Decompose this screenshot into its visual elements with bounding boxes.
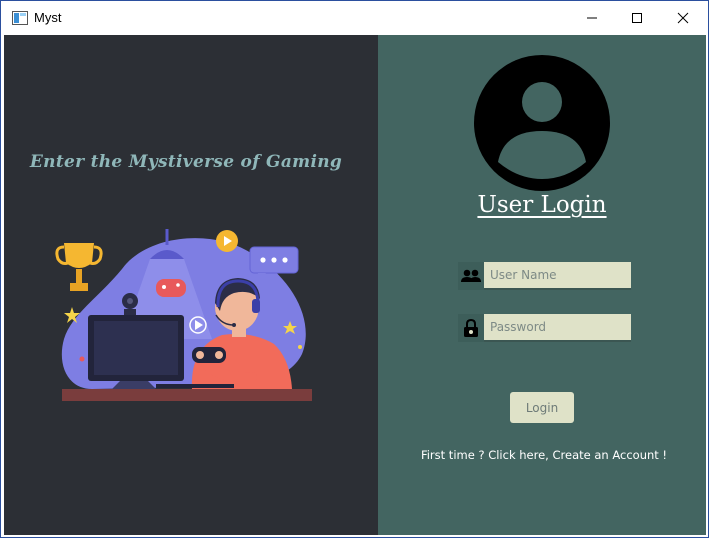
minimize-button[interactable] <box>569 1 615 35</box>
close-icon <box>677 12 689 24</box>
login-heading: User Login <box>477 192 607 218</box>
maximize-icon <box>632 13 642 23</box>
lock-icon <box>464 318 478 337</box>
login-panel: User Login User Name Login First time ? … <box>378 35 706 535</box>
maximize-button[interactable] <box>614 1 660 35</box>
main-content: Enter the Mystiverse of Gaming User Logi… <box>4 35 706 535</box>
close-button[interactable] <box>660 1 706 35</box>
gamer-illustration <box>55 229 312 401</box>
app-window-icon <box>12 11 28 25</box>
user-avatar-icon <box>474 55 610 191</box>
username-input[interactable] <box>484 262 631 290</box>
welcome-tagline: Enter the Mystiverse of Gaming <box>29 152 343 172</box>
window-title: Myst <box>34 10 62 25</box>
welcome-panel: Enter the Mystiverse of Gaming <box>4 35 378 535</box>
password-field-group <box>458 314 631 342</box>
username-field-group <box>458 262 631 290</box>
users-icon-box <box>458 262 484 290</box>
title-bar[interactable]: Myst <box>1 1 708 35</box>
login-button[interactable]: Login <box>510 392 574 423</box>
password-input[interactable] <box>484 314 631 342</box>
users-icon <box>461 269 481 282</box>
minimize-icon <box>587 17 597 19</box>
app-window: Myst Enter the Mystiverse of Gaming User… <box>0 0 709 538</box>
lock-icon-box <box>458 314 484 342</box>
create-account-link[interactable]: First time ? Click here, Create an Accou… <box>378 448 709 462</box>
